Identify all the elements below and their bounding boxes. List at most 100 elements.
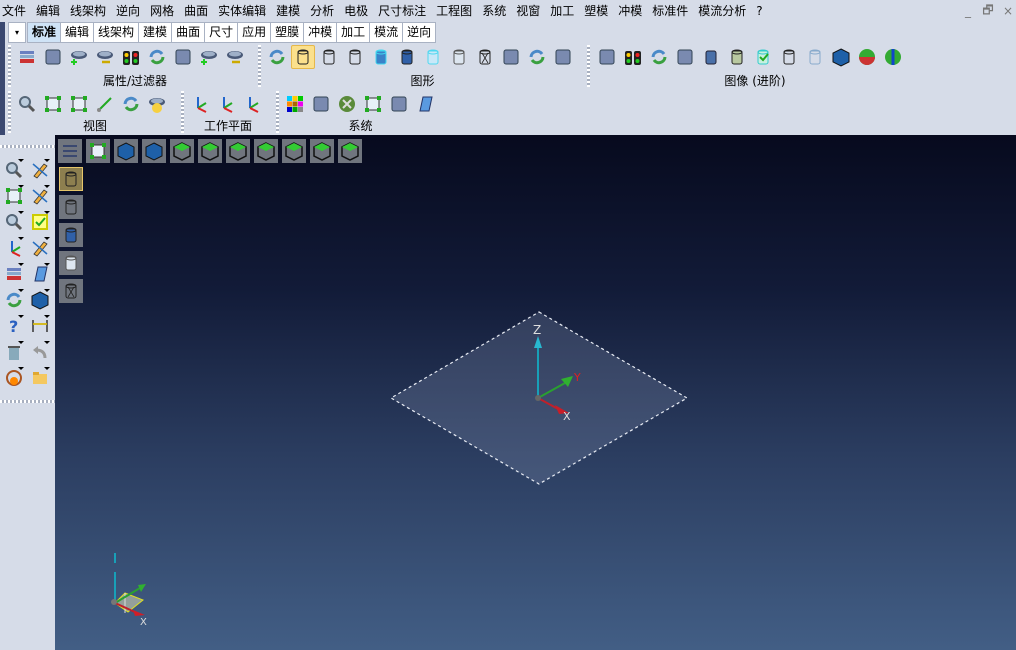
adv-toggle-button[interactable]: [673, 45, 697, 69]
plane-button[interactable]: [27, 261, 52, 286]
toolbar-grip[interactable]: [0, 145, 55, 148]
toolbar-grip[interactable]: [276, 91, 279, 133]
outline-mode-button[interactable]: [59, 195, 83, 219]
layer-attribute-button[interactable]: [15, 45, 39, 69]
tab-3[interactable]: 建模: [139, 22, 173, 43]
top-view-button[interactable]: [170, 139, 194, 163]
refresh-filter-button[interactable]: [145, 45, 169, 69]
tab-11[interactable]: 逆向: [403, 22, 437, 43]
menu-item[interactable]: 视窗: [512, 0, 546, 22]
light-shaded-mode-button[interactable]: [59, 251, 83, 275]
menu-item[interactable]: 编辑: [32, 0, 66, 22]
menu-item[interactable]: 分析: [306, 0, 340, 22]
menu-item[interactable]: 标准件: [648, 0, 694, 22]
tab-5[interactable]: 尺寸: [205, 22, 239, 43]
show-eye-button[interactable]: [197, 45, 221, 69]
adv-refresh-button[interactable]: [647, 45, 671, 69]
add-filter-eye-button[interactable]: [67, 45, 91, 69]
workplane-move-button[interactable]: [214, 92, 238, 116]
face-view-eye-button[interactable]: [145, 92, 169, 116]
adv-hemisphere-button[interactable]: [855, 45, 879, 69]
3d-viewport[interactable]: Z Y X X: [55, 135, 1016, 650]
adv-striped-cylinder-button[interactable]: [725, 45, 749, 69]
menu-item[interactable]: 逆向: [112, 0, 146, 22]
shaded-cylinder-button[interactable]: [395, 45, 419, 69]
menu-item[interactable]: 网格: [146, 0, 180, 22]
fit-1-1-button[interactable]: [67, 92, 91, 116]
menu-item[interactable]: 系统: [478, 0, 512, 22]
layers-button[interactable]: [1, 261, 26, 286]
trash-button[interactable]: [1, 339, 26, 364]
toolbar-grip[interactable]: [0, 400, 55, 403]
menu-item[interactable]: 文件: [0, 0, 32, 22]
menu-item[interactable]: 线架构: [66, 0, 112, 22]
tab-8[interactable]: 冲模: [304, 22, 338, 43]
front-view-button[interactable]: [282, 139, 306, 163]
workplane-align-button[interactable]: [240, 92, 264, 116]
tab-6[interactable]: 应用: [238, 22, 272, 43]
wireframe-cylinder-button[interactable]: [291, 45, 315, 69]
tools-options-button[interactable]: [335, 92, 359, 116]
tab-10[interactable]: 模流: [370, 22, 404, 43]
zoom-in-out-button[interactable]: [15, 92, 39, 116]
adv-traffic-light-button[interactable]: [621, 45, 645, 69]
cube-button[interactable]: [27, 287, 52, 312]
fit-all-button[interactable]: [86, 139, 110, 163]
adv-add-filter-button[interactable]: [595, 45, 619, 69]
remove-filter-eye-button[interactable]: [93, 45, 117, 69]
pencil-cross-button[interactable]: [27, 157, 52, 182]
menu-item[interactable]: 建模: [272, 0, 306, 22]
sketch-pencil-button[interactable]: [27, 183, 52, 208]
tab-1[interactable]: 编辑: [61, 22, 95, 43]
regenerate-button[interactable]: [265, 45, 289, 69]
adv-check-cylinder-button[interactable]: [751, 45, 775, 69]
adv-solid-cylinder-button[interactable]: [699, 45, 723, 69]
toolbar-grip[interactable]: [587, 45, 590, 87]
toolbar-grip[interactable]: [8, 91, 11, 133]
tab-0[interactable]: 标准: [27, 22, 62, 43]
refresh-button[interactable]: [1, 287, 26, 312]
axis-view-button[interactable]: [142, 139, 166, 163]
graphics-settings-button[interactable]: [551, 45, 575, 69]
tab-dropdown-button[interactable]: ▾: [8, 22, 26, 43]
menu-item[interactable]: 尺寸标注: [374, 0, 432, 22]
wireframe-mode-button[interactable]: [59, 167, 83, 191]
update-shading-button[interactable]: [499, 45, 523, 69]
snap-hand-button[interactable]: [387, 92, 411, 116]
adv-section-sphere-button[interactable]: [881, 45, 905, 69]
bottom-view-button[interactable]: [198, 139, 222, 163]
menu-item[interactable]: 工程图: [432, 0, 478, 22]
close-button[interactable]: ×: [1002, 4, 1014, 18]
open-folder-button[interactable]: [27, 365, 52, 390]
refresh-shading-button[interactable]: [525, 45, 549, 69]
toolbar-grip[interactable]: [258, 45, 261, 87]
fit-window-button[interactable]: [1, 183, 26, 208]
tab-2[interactable]: 线架构: [94, 22, 140, 43]
tab-4[interactable]: 曲面: [172, 22, 206, 43]
adv-texture-cylinder-button[interactable]: [777, 45, 801, 69]
toolbar-grip[interactable]: [8, 45, 11, 87]
menu-item[interactable]: 加工: [546, 0, 580, 22]
menu-item[interactable]: 塑模: [580, 0, 614, 22]
light-cylinder-button[interactable]: [447, 45, 471, 69]
config-window-button[interactable]: [361, 92, 385, 116]
mesh-cylinder-button[interactable]: [473, 45, 497, 69]
menu-item[interactable]: 模流分析: [694, 0, 752, 22]
undo-button[interactable]: [27, 339, 52, 364]
menu-item[interactable]: 冲模: [614, 0, 648, 22]
object-properties-button[interactable]: [41, 45, 65, 69]
zoom-previous-button[interactable]: [1, 157, 26, 182]
outline-cylinder-button[interactable]: [317, 45, 341, 69]
hide-eye-button[interactable]: [223, 45, 247, 69]
edit-curve-button[interactable]: [27, 235, 52, 260]
material-settings-button[interactable]: [309, 92, 333, 116]
menu-item[interactable]: 曲面: [180, 0, 214, 22]
toggle-filter-button[interactable]: [171, 45, 195, 69]
iso-view-button[interactable]: [338, 139, 362, 163]
traffic-light-filter-button[interactable]: [119, 45, 143, 69]
pan-arrow-button[interactable]: [93, 92, 117, 116]
mesh-mode-button[interactable]: [59, 279, 83, 303]
coordinate-button[interactable]: [1, 235, 26, 260]
back-view-button[interactable]: [310, 139, 334, 163]
zoom-window-button[interactable]: [41, 92, 65, 116]
